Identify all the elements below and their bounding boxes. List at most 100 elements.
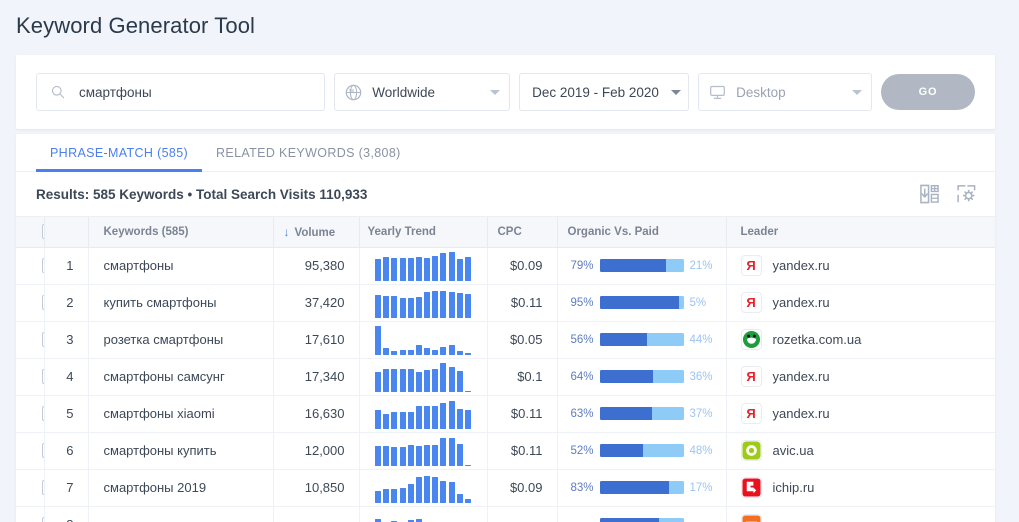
table-row[interactable]: 8 <box>16 506 995 522</box>
trend-bar <box>415 296 422 318</box>
device-select[interactable]: Desktop <box>698 73 873 111</box>
trend-bar <box>448 366 455 392</box>
paid-percent: 48% <box>689 444 713 457</box>
trend-bar <box>374 409 381 429</box>
trend-bar <box>407 411 414 429</box>
trend-bar <box>399 349 406 355</box>
trend-bar <box>424 475 431 503</box>
row-volume: 17,610 <box>273 321 360 359</box>
tab-phrase-match[interactable]: PHRASE-MATCH (585) <box>36 146 203 172</box>
table-row[interactable]: 2 купить смартфоны 37,420 $0.11 95% 5% Яyandex… <box>16 284 995 322</box>
row-keyword[interactable]: купить смартфоны <box>88 284 274 322</box>
row-index: 1 <box>44 247 89 285</box>
row-leader: Яyandex.ru <box>726 358 995 396</box>
row-index: 8 <box>44 506 89 522</box>
trend-bar <box>383 445 390 466</box>
row-keyword[interactable]: смартфоны 2019 <box>88 469 274 507</box>
row-trend <box>359 432 488 470</box>
row-organic-vs-paid <box>557 506 727 522</box>
paid-percent: 36% <box>689 370 713 383</box>
organic-percent: 83% <box>570 481 594 494</box>
trend-bar <box>424 369 431 392</box>
leader-domain[interactable]: yandex.ru <box>773 295 830 310</box>
row-index: 5 <box>44 395 89 433</box>
row-volume <box>273 506 360 522</box>
leader-header[interactable]: Leader <box>726 217 995 248</box>
paid-percent: 17% <box>689 481 713 494</box>
leader-domain[interactable]: yandex.ru <box>773 258 830 273</box>
row-select-cell <box>16 321 45 359</box>
volume-header[interactable]: ↓ Volume <box>273 217 360 248</box>
row-trend <box>359 506 488 522</box>
trend-bar <box>374 325 381 355</box>
row-cpc: $0.09 <box>487 469 558 507</box>
page-title: Keyword Generator Tool <box>16 13 256 38</box>
trend-bar <box>399 257 406 281</box>
organic-percent: 56% <box>570 333 594 346</box>
trend-bar <box>424 405 431 429</box>
organic-percent: 95% <box>570 296 594 309</box>
go-button[interactable]: GO <box>881 74 975 110</box>
table-header: Keywords (585) ↓ Volume Yearly Trend CPC … <box>16 217 995 248</box>
trend-bar <box>432 349 439 355</box>
keyword-search-input[interactable]: смартфоны <box>36 73 326 111</box>
row-cpc: $0.11 <box>487 395 558 433</box>
keywords-header[interactable]: Keywords (585) <box>88 217 274 248</box>
yearly-trend-sparkline <box>368 362 479 392</box>
trend-bar <box>374 445 381 466</box>
row-volume: 17,340 <box>273 358 360 396</box>
trend-bar <box>448 400 455 429</box>
table-row[interactable]: 3 розетка смартфоны 17,610 $0.05 56% 44% rozet… <box>16 321 995 359</box>
table-row[interactable]: 1 смартфоны 95,380 $0.09 79% 21% Яyandex.ru <box>16 247 995 285</box>
results-summary-bar: Results: 585 Keywords • Total Search Vis… <box>16 172 995 217</box>
row-select-cell <box>16 247 45 285</box>
table-row[interactable]: 5 смартфоны xiaomi 16,630 $0.11 63% 37% Яyande… <box>16 395 995 433</box>
trend-bar <box>456 493 463 503</box>
yandex-favicon: Я <box>740 255 762 276</box>
table-row[interactable]: 6 смартфоны купить 12,000 $0.11 52% 48% avic.u… <box>16 432 995 470</box>
results-summary-text: Results: 585 Keywords • Total Search Vis… <box>36 186 368 202</box>
trend-bar <box>383 347 390 355</box>
tab-related-keywords[interactable]: RELATED KEYWORDS (3,808) <box>202 146 415 171</box>
results-bar-actions <box>919 184 977 204</box>
trend-bar <box>391 257 398 281</box>
rozetka-favicon <box>740 329 762 350</box>
trend-bar <box>465 352 472 355</box>
trend-bar <box>440 346 447 355</box>
date-range-select[interactable]: Dec 2019 - Feb 2020 (3 <box>519 73 690 111</box>
paid-percent: 37% <box>689 407 713 420</box>
organic-paid-bar <box>599 296 684 309</box>
export-icon[interactable] <box>919 184 940 204</box>
keyword-search-value: смартфоны <box>79 84 152 100</box>
cpc-header[interactable]: CPC <box>487 217 558 248</box>
row-keyword[interactable]: смартфоны самсунг <box>88 358 274 396</box>
yearly-trend-header[interactable]: Yearly Trend <box>359 217 488 248</box>
row-keyword[interactable] <box>88 506 274 522</box>
organic-vs-paid-header[interactable]: Organic Vs. Paid <box>557 217 727 248</box>
row-trend <box>359 358 488 396</box>
trend-bar <box>456 443 463 466</box>
trend-bar <box>440 362 447 392</box>
leader-domain[interactable]: rozetka.com.ua <box>773 332 862 347</box>
trend-bar <box>424 257 431 281</box>
leader-domain[interactable]: yandex.ru <box>773 369 830 384</box>
monitor-icon <box>709 84 726 101</box>
leader-domain[interactable]: avic.ua <box>773 443 814 458</box>
organic-percent: 52% <box>570 444 594 457</box>
row-keyword[interactable]: смартфоны <box>88 247 274 285</box>
organic-paid-bar <box>599 481 684 494</box>
trend-bar <box>415 371 422 392</box>
column-settings-icon[interactable] <box>956 184 977 204</box>
location-select[interactable]: Worldwide <box>334 73 511 111</box>
row-keyword[interactable]: розетка смартфоны <box>88 321 274 359</box>
row-trend <box>359 321 488 359</box>
leader-domain[interactable]: ichip.ru <box>773 480 815 495</box>
row-keyword[interactable]: смартфоны xiaomi <box>88 395 274 433</box>
row-volume: 95,380 <box>273 247 360 285</box>
leader-domain[interactable]: yandex.ru <box>773 406 830 421</box>
yearly-trend-sparkline <box>368 288 479 318</box>
trend-bar <box>424 347 431 355</box>
row-keyword[interactable]: смартфоны купить <box>88 432 274 470</box>
table-row[interactable]: 7 смартфоны 2019 10,850 $0.09 83% 17% ichip.ru <box>16 469 995 507</box>
table-row[interactable]: 4 смартфоны самсунг 17,340 $0.1 64% 36% Яyande… <box>16 358 995 396</box>
